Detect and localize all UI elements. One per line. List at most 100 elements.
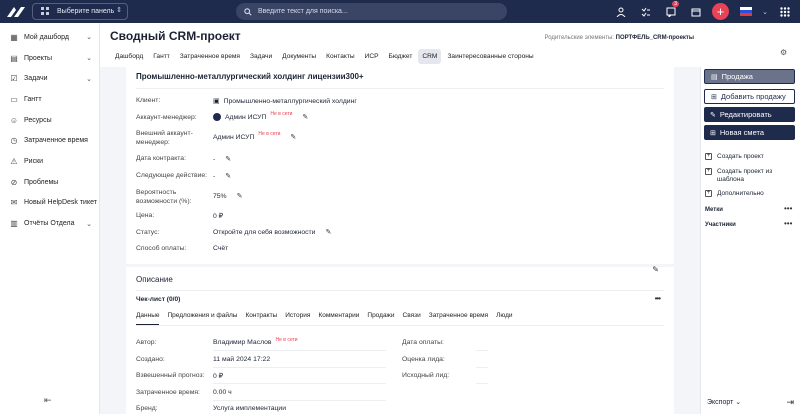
edit-pencil-icon[interactable]: ✎ xyxy=(325,228,331,236)
time-icon: ◷ xyxy=(10,136,18,146)
sidebar-item[interactable]: ⊘ Проблемы xyxy=(0,172,99,193)
edit-pencil-icon[interactable]: ✎ xyxy=(225,155,231,163)
edit-pencil-icon[interactable]: ✎ xyxy=(237,192,243,200)
create-from-template-link[interactable]: + Создать проект из шаблона xyxy=(705,168,797,184)
sidebar-item[interactable]: ◷ Затраченное время xyxy=(0,130,99,151)
chevron-down-icon: ⌄ xyxy=(86,220,92,228)
edit-pencil-icon[interactable]: ✎ xyxy=(225,172,231,180)
client-value[interactable]: ▣ Промышленно-металлургический холдинг xyxy=(213,97,357,106)
status-value[interactable]: Откройте для себя возможности ✎ xyxy=(213,228,331,237)
helpdesk-icon: ✉ xyxy=(10,198,18,208)
sidebar: ▦ Мой дашборд ⌄ ▤ Проекты ⌄ ☑ Задачи ⌄ ▭ Гантт ☺ Рес… xyxy=(0,23,100,414)
edit-description-pencil-icon[interactable]: ✎ xyxy=(652,265,659,274)
gantt-icon: ▭ xyxy=(10,94,18,104)
apps-grid-icon[interactable] xyxy=(775,2,794,21)
panel-select[interactable]: Выберите панель ⇕ xyxy=(32,3,128,20)
more-options-icon[interactable]: ••• xyxy=(655,294,661,303)
probability-value[interactable]: 75% ✎ xyxy=(213,192,243,201)
next-action-value[interactable]: - ✎ xyxy=(213,172,231,181)
participants-section: Участники ••• xyxy=(705,219,792,228)
detail-tab[interactable]: Продажи xyxy=(367,312,394,325)
detail-value: Услуга имплементации xyxy=(213,405,286,412)
status-text: Откройте для себя возможности xyxy=(213,228,316,236)
tab[interactable]: Бюджет xyxy=(385,49,417,64)
language-flag-icon[interactable] xyxy=(736,2,755,21)
search-placeholder: Введите текст для поиска... xyxy=(258,8,348,15)
user-icon[interactable] xyxy=(611,2,630,21)
add-icon[interactable]: + xyxy=(711,2,730,21)
sidebar-item[interactable]: ▦ Мой дашборд ⌄ xyxy=(0,27,99,48)
tab[interactable]: Гантт xyxy=(149,49,174,64)
tab[interactable]: Задачи xyxy=(246,49,276,64)
new-estimate-button[interactable]: ⊞ Новая смета xyxy=(704,125,795,140)
project-tabs: Дашборд Гантт Затраченное время Задачи Докум… xyxy=(100,46,700,67)
detail-tab[interactable]: Люди xyxy=(496,312,512,325)
chevron-updown-icon: ⇕ xyxy=(116,7,122,14)
tab[interactable]: ИСР xyxy=(361,49,383,64)
sidebar-item[interactable]: ☑ Задачи ⌄ xyxy=(0,68,99,89)
risks-icon: ⚠ xyxy=(10,156,18,166)
sale-button[interactable]: ▤ Продажа xyxy=(704,69,795,84)
detail-tab[interactable]: Данные xyxy=(136,312,160,325)
detail-tab[interactable]: Связи xyxy=(403,312,421,325)
ext-manager-value[interactable]: Админ ИСУП Не в сети ✎ xyxy=(213,131,296,141)
search-input[interactable]: Введите текст для поиска... xyxy=(236,3,507,20)
export-dropdown[interactable]: Экспорт ⌄ xyxy=(707,398,741,406)
collapse-panel-icon[interactable]: ⇥ xyxy=(786,397,794,408)
tab[interactable]: Затраченное время xyxy=(176,49,244,64)
tab[interactable]: Дашборд xyxy=(111,49,147,64)
create-project-link[interactable]: + Создать проект xyxy=(705,153,764,161)
detail-value: 11 май 2024 17:22 xyxy=(213,356,270,363)
resources-icon: ☺ xyxy=(9,115,19,125)
tab[interactable]: Документы xyxy=(278,49,320,64)
avatar xyxy=(213,113,221,121)
favorite-heart-icon[interactable]: ♡ xyxy=(226,32,234,43)
additional-link[interactable]: + Дополнительно xyxy=(705,190,764,198)
sidebar-item[interactable]: ▭ Гантт xyxy=(0,89,99,110)
detail-label: Затраченное время: xyxy=(136,388,200,396)
tags-more-icon[interactable]: ••• xyxy=(784,204,792,213)
edit-label: Редактировать xyxy=(719,110,772,119)
detail-tab[interactable]: Контракты xyxy=(245,312,277,325)
sidebar-item[interactable]: ▤ Проекты ⌄ xyxy=(0,48,99,69)
sidebar-item[interactable]: ⚠ Риски xyxy=(0,151,99,172)
sidebar-item[interactable]: ☺ Ресурсы xyxy=(0,110,99,131)
app-logo-icon[interactable] xyxy=(6,5,28,19)
tab[interactable]: Контакты xyxy=(322,49,358,64)
collapse-sidebar-icon[interactable]: ⇤ xyxy=(44,395,52,406)
sidebar-item-label: Задачи xyxy=(24,75,48,83)
contract-date-text: - xyxy=(213,155,216,163)
description-card: Описание ✎ Чек-лист (0/0) ••• Данные Пред… xyxy=(126,265,674,414)
edit-pencil-icon[interactable]: ✎ xyxy=(302,113,308,121)
manager-value[interactable]: Админ ИСУП Не в сети ✎ xyxy=(213,111,308,121)
add-sale-button[interactable]: ⊞ Добавить продажу xyxy=(704,89,795,104)
tasks-icon[interactable] xyxy=(636,2,655,21)
detail-label: Автор: xyxy=(136,339,157,346)
panel-select-label: Выберите панель xyxy=(57,8,115,15)
plus-square-icon: + xyxy=(705,190,712,197)
edit-button[interactable]: ✎ Редактировать xyxy=(704,107,795,122)
parent-link[interactable]: ПОРТФЕЛЬ_CRM-проекты xyxy=(616,35,694,41)
contract-date-value[interactable]: - ✎ xyxy=(213,155,231,164)
detail-label: Взвешенный прогноз: xyxy=(136,372,205,379)
chevron-down-icon[interactable]: ⌄ xyxy=(761,2,769,21)
detail-tab[interactable]: История xyxy=(285,312,310,325)
detail-tab[interactable]: Затраченное время xyxy=(429,312,488,325)
participants-more-icon[interactable]: ••• xyxy=(784,219,792,228)
detail-tab[interactable]: Предложения и файлы xyxy=(167,312,237,325)
sidebar-item-label: Отчёты Отдела xyxy=(24,220,75,228)
chevron-down-icon: ⌄ xyxy=(86,34,92,42)
tab[interactable]: CRM xyxy=(418,49,442,64)
next-action-label: Следующее действие: xyxy=(136,172,208,179)
edit-pencil-icon[interactable]: ✎ xyxy=(290,133,296,141)
detail-tab[interactable]: Комментарии xyxy=(318,312,359,325)
sidebar-item[interactable]: ✉ Новый HelpDesk тикет xyxy=(0,193,99,214)
calendar-icon[interactable] xyxy=(686,2,705,21)
client-name: Промышленно-металлургический холдинг xyxy=(223,97,357,105)
notifications-icon[interactable]: 3 xyxy=(661,1,680,21)
chevron-down-icon: ⌄ xyxy=(735,399,742,406)
sidebar-item[interactable]: ▥ Отчёты Отдела ⌄ xyxy=(0,213,99,234)
tab[interactable]: Заинтересованные стороны xyxy=(443,49,537,64)
settings-sliders-icon[interactable]: ⚙ xyxy=(780,48,787,57)
projects-icon: ▤ xyxy=(10,53,18,63)
